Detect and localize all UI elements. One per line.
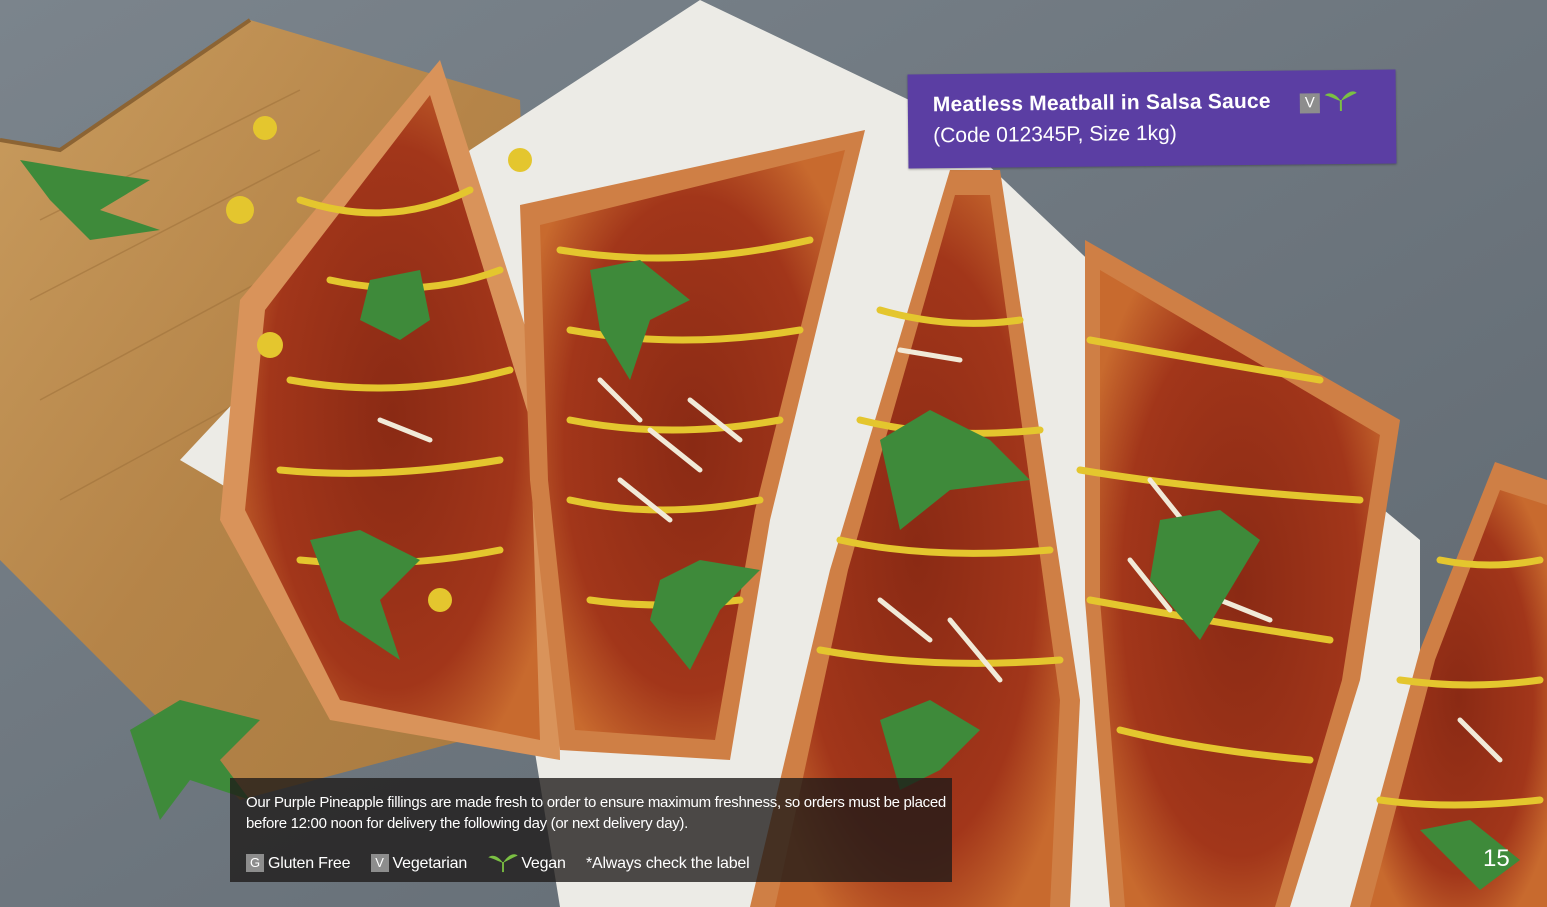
order-info-text: Our Purple Pineapple fillings are made f… <box>246 794 946 832</box>
footer-info-panel: Our Purple Pineapple fillings are made f… <box>230 778 952 882</box>
label-check-note: *Always check the label <box>585 855 750 872</box>
product-title-banner: Meatless Meatball in Salsa Sauce V (Code… <box>907 69 1397 169</box>
legend-vegetarian: V Vegetarian <box>370 854 472 872</box>
page-number: 15 <box>1483 845 1510 872</box>
vegan-legend-leaf-icon <box>488 854 518 873</box>
gluten-free-badge: G <box>246 854 264 872</box>
vegetarian-legend-badge: V <box>370 854 389 872</box>
vegetarian-badge: V <box>1299 93 1320 114</box>
product-name: Meatless Meatball in Salsa Sauce <box>932 89 1271 117</box>
product-details: (Code 012345P, Size 1kg) <box>933 121 1177 148</box>
legend-vegan: Vegan <box>487 854 570 873</box>
product-diet-badges: V <box>1299 88 1358 114</box>
brochure-page: Meatless Meatball in Salsa Sauce V (Code… <box>0 0 1547 907</box>
vegetarian-label: Vegetarian <box>392 855 468 872</box>
legend-gluten-free: G Gluten Free <box>246 854 355 872</box>
diet-legend: G Gluten Free V Vegetarian Vegan *Always c… <box>246 851 750 873</box>
vegan-leaf-icon <box>1324 91 1357 112</box>
vegan-label: Vegan <box>521 855 566 872</box>
gluten-free-label: Gluten Free <box>268 855 351 872</box>
